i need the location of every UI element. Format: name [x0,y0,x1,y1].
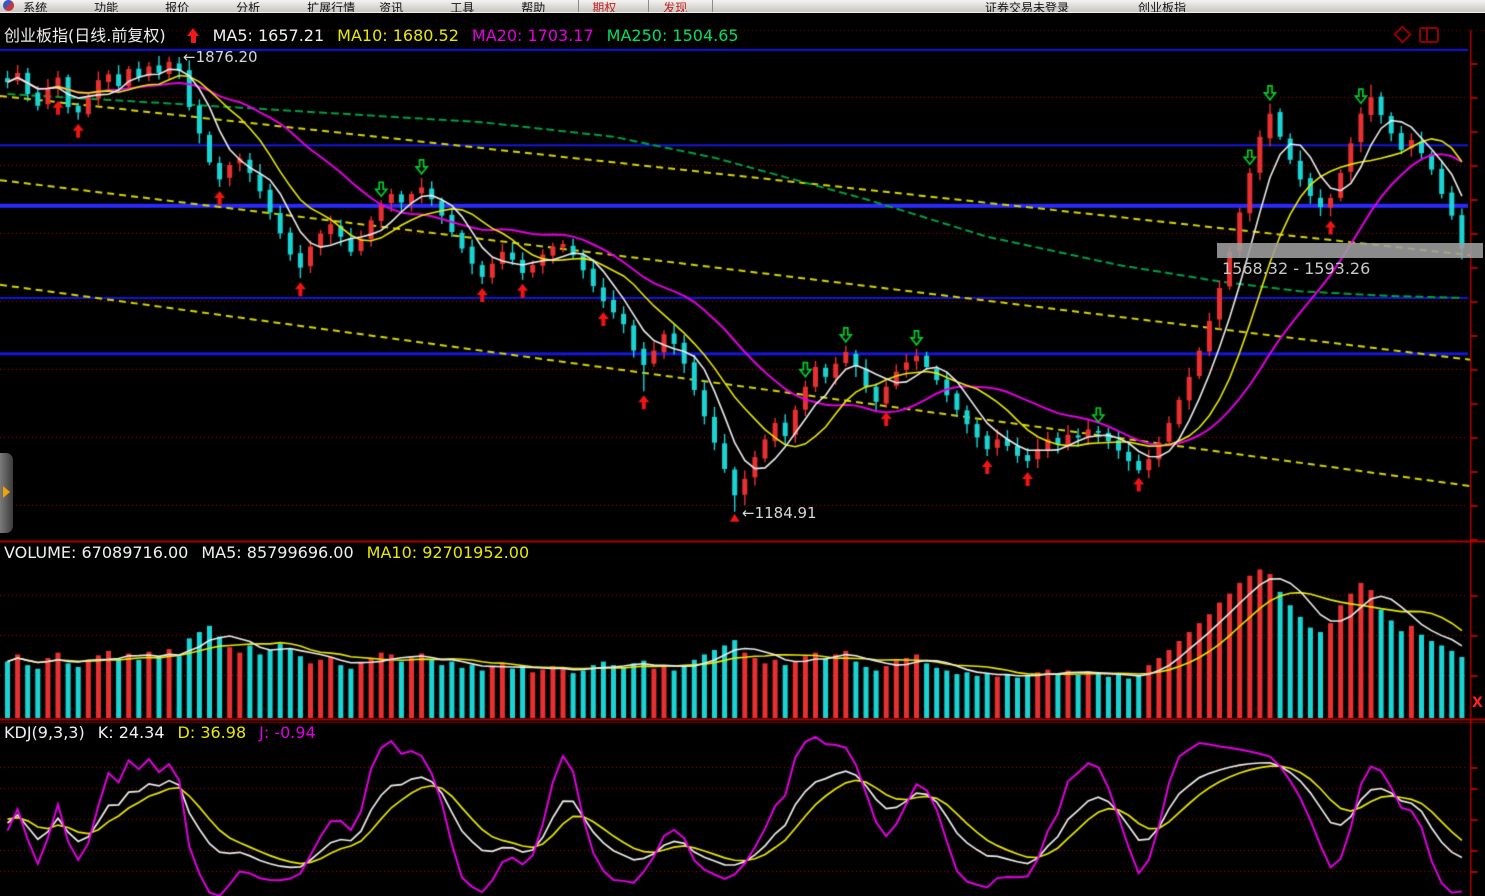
price-up-arrow-icon [187,28,200,43]
menu-item-help[interactable]: 帮助 [521,0,545,13]
stock-chart-canvas[interactable] [0,0,1485,896]
menu-item-function[interactable]: 功能 [94,0,118,13]
main-pane-header: 创业板指(日线.前复权) MA5: 1657.21 MA10: 1680.52 MA2… [4,22,765,46]
legend-ma250: MA250: 1504.65 [607,26,739,45]
app-logo-icon[interactable] [3,0,14,11]
close-x-button[interactable]: X [1472,695,1483,711]
menu-item-analysis[interactable]: 分析 [236,0,260,13]
kdj-pane-header: KDJ(9,3,3) K: 24.34 D: 36.98 J: -0.94 [4,723,329,742]
login-status-text: 证券交易未登录 [985,0,1069,13]
price-range-box [1217,243,1483,258]
split-window-icon[interactable] [1419,27,1439,43]
low-price-label: ←1184.91 [742,504,817,522]
volume-header-volume: VOLUME: 67089716.00 [4,543,188,562]
trading-app-window: 系统 功能 报价 分析 扩展行情 资讯 工具 帮助 期权 发现 证券交易未登录 创业板指 创业板指… [0,0,1485,896]
price-range-label: 1568.32 - 1593.26 [1222,259,1370,278]
legend-ma20: MA20: 1703.17 [472,26,594,45]
kdj-header-k: K: 24.34 [98,723,165,742]
high-price-label: ←1876.20 [183,48,258,66]
menu-item-quote[interactable]: 报价 [165,0,189,13]
menu-separator [648,0,649,12]
kdj-header-d: D: 36.98 [178,723,247,742]
menu-item-discover[interactable]: 发现 [663,0,687,13]
sidebar-collapse-handle[interactable] [0,453,13,533]
symbol-title: 创业板指(日线.前复权) [4,26,166,45]
kdj-header-kdj-params: KDJ(9,3,3) [4,723,85,742]
volume-header-vol-ma10: MA10: 92701952.00 [367,543,529,562]
current-index-text[interactable]: 创业板指 [1138,0,1186,13]
legend-ma5: MA5: 1657.21 [213,26,325,45]
pane-controls [1396,27,1439,47]
volume-pane-header: VOLUME: 67089716.00 MA5: 85799696.00 MA10:… [4,543,542,562]
menu-item-news[interactable]: 资讯 [379,0,403,13]
diamond-icon[interactable] [1393,25,1411,43]
menu-separator [578,0,579,12]
legend-ma10: MA10: 1680.52 [337,26,459,45]
menu-item-extended-quotes[interactable]: 扩展行情 [307,0,355,13]
menu-item-options[interactable]: 期权 [592,0,616,13]
kdj-header-j: J: -0.94 [259,723,316,742]
volume-header-vol-ma5: MA5: 85799696.00 [201,543,353,562]
menu-item-tools[interactable]: 工具 [450,0,474,13]
menu-item-system[interactable]: 系统 [23,0,47,13]
chevron-right-icon [3,486,10,498]
menu-bar: 系统 功能 报价 分析 扩展行情 资讯 工具 帮助 期权 发现 证券交易未登录 创业板指 [0,0,1485,13]
menu-separator [712,0,713,12]
